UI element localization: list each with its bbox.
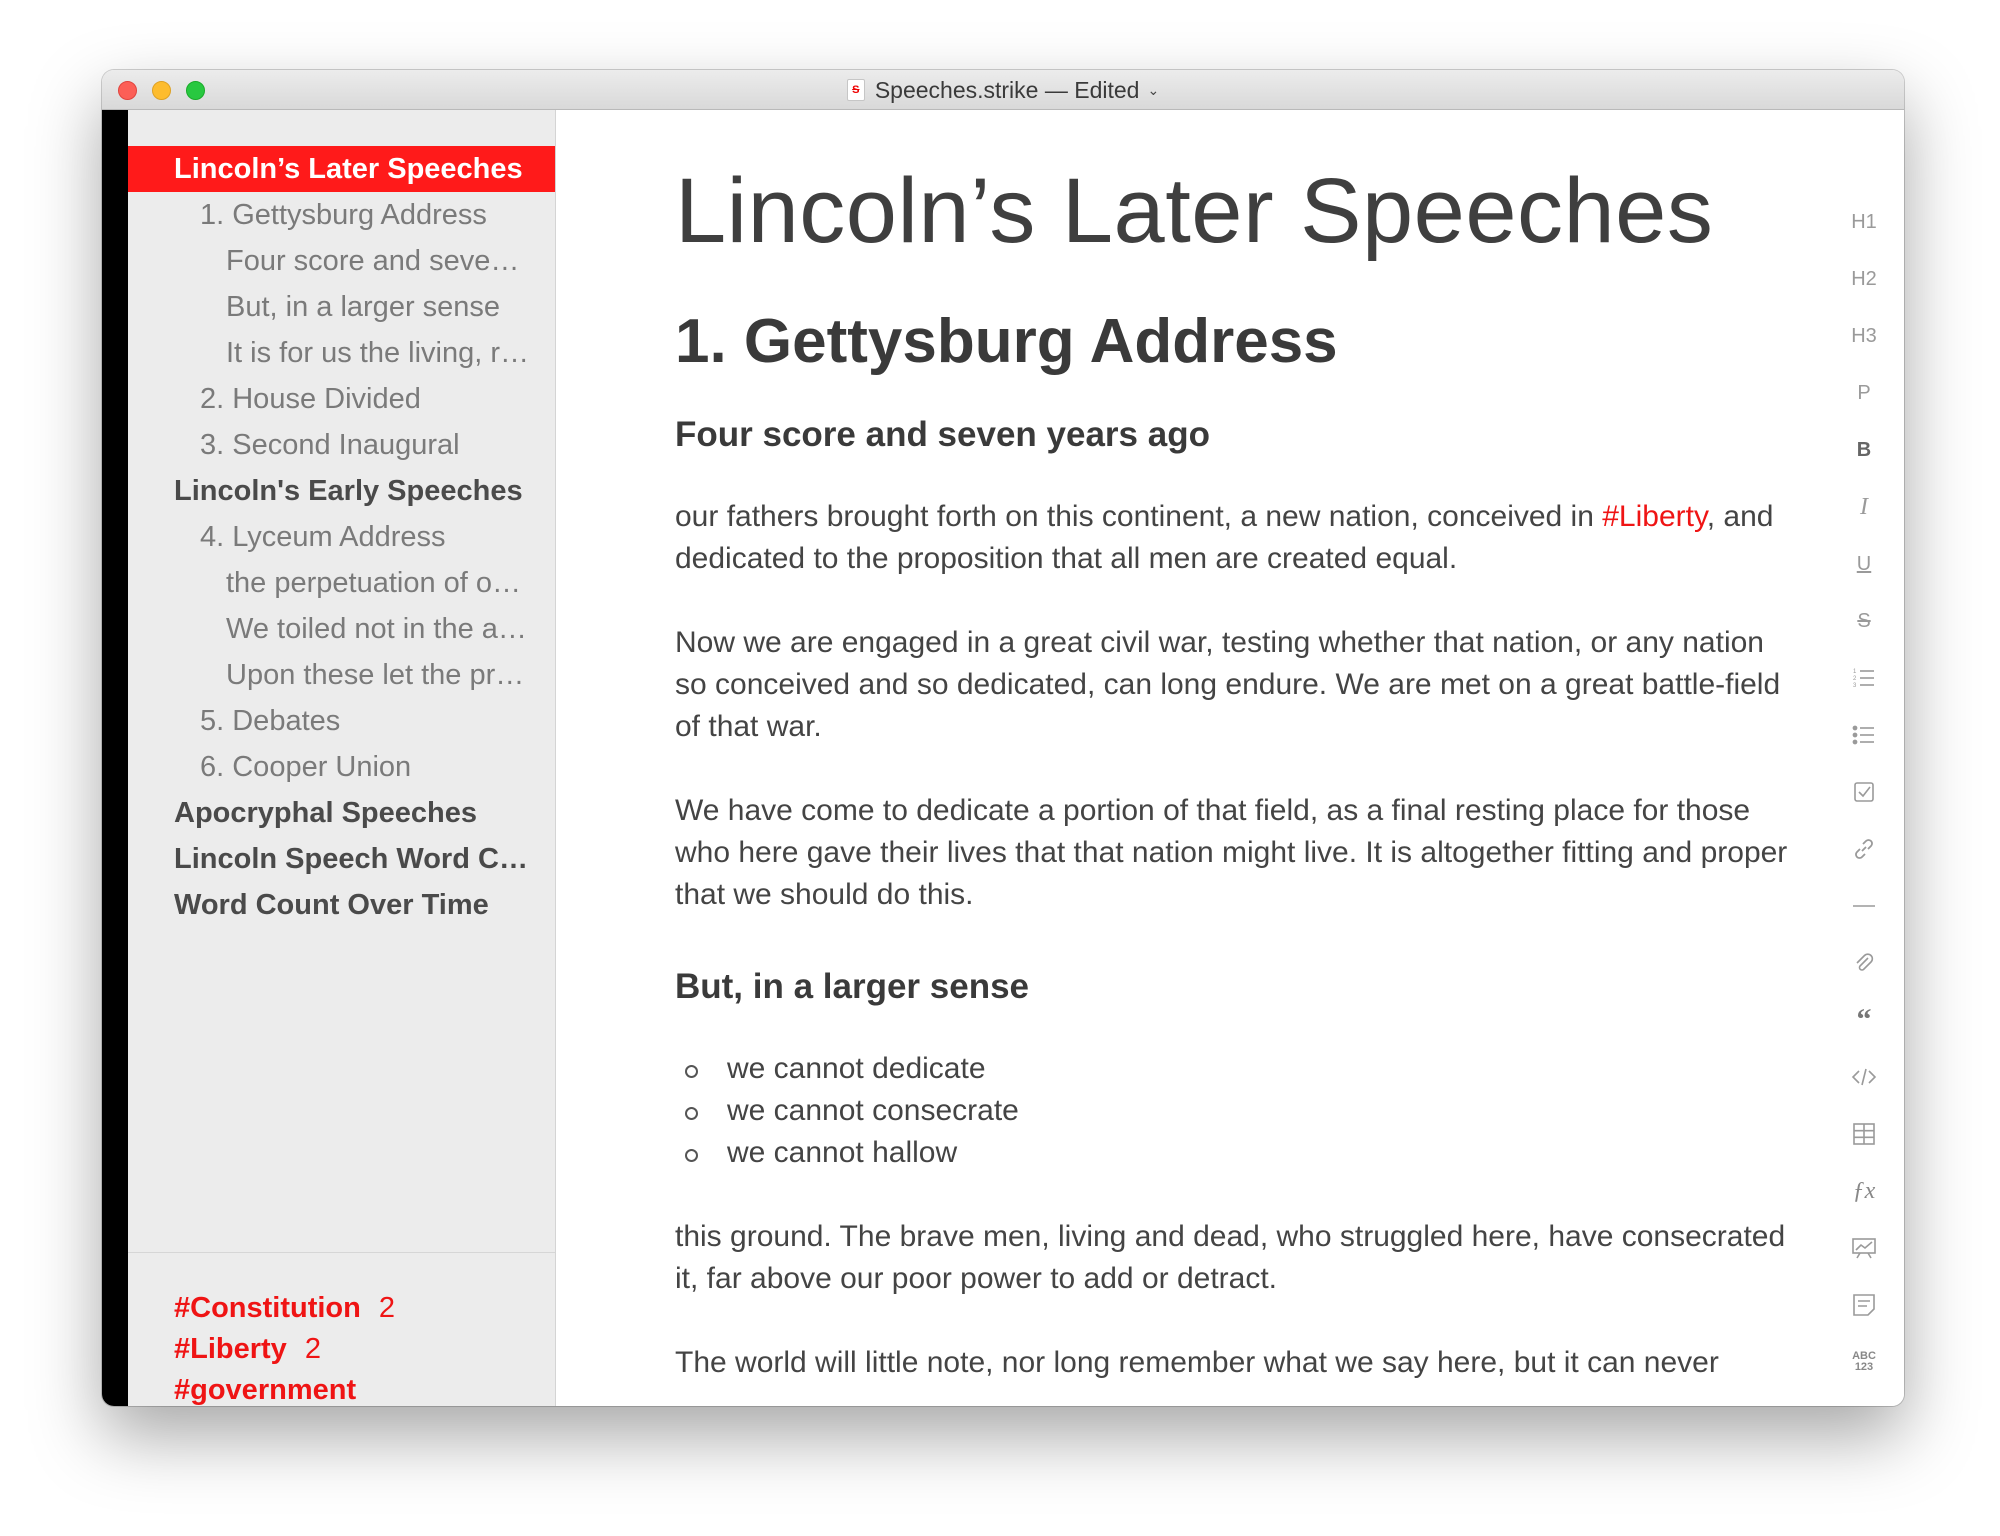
horizontal-rule-icon[interactable] — [1824, 888, 1904, 924]
paragraph-1[interactable]: our fathers brought forth on this contin… — [675, 496, 1795, 580]
toc-item-four-score[interactable]: Four score and seven years ago — [128, 238, 555, 284]
tag-count: 2 — [304, 1333, 321, 1365]
toc-item-gettysburg-address[interactable]: 1. Gettysburg Address — [128, 192, 555, 238]
toc-item-lincolns-early-speeches[interactable]: Lincoln's Early Speeches — [128, 468, 555, 514]
toc-item-speech-word-count[interactable]: Lincoln Speech Word Count — [128, 836, 555, 882]
subheading-four-score[interactable]: Four score and seven years ago — [675, 410, 1795, 460]
subheading-larger-sense[interactable]: But, in a larger sense — [675, 962, 1795, 1012]
table-of-contents: Lincoln’s Later Speeches 1. Gettysburg A… — [128, 146, 555, 928]
toc-item-we-toiled-not[interactable]: We toiled not in the acquirement — [128, 606, 555, 652]
list-item[interactable]: we cannot dedicate — [675, 1048, 1795, 1090]
document-icon: S — [846, 79, 865, 101]
tag-item[interactable]: #Liberty 2 — [174, 1329, 395, 1370]
toc-item-for-us-the-living[interactable]: It is for us the living, rather — [128, 330, 555, 376]
toc-item-perpetuation[interactable]: the perpetuation of our political instit… — [128, 560, 555, 606]
italic-button[interactable]: I — [1824, 489, 1904, 525]
paragraph-4[interactable]: this ground. The brave men, living and d… — [675, 1216, 1795, 1300]
svg-text:3: 3 — [1853, 683, 1857, 689]
chevron-down-icon: ⌄ — [1147, 81, 1160, 98]
link-icon[interactable] — [1824, 831, 1904, 867]
svg-text:2: 2 — [1853, 676, 1857, 682]
toc-item-apocryphal-speeches[interactable]: Apocryphal Speeches — [128, 790, 555, 836]
tags-divider — [128, 1252, 555, 1253]
window-title: Speeches.strike — Edited — [874, 76, 1140, 103]
bold-button[interactable]: B — [1824, 432, 1904, 468]
word-count-123: 123 — [1854, 1361, 1874, 1373]
left-edge-bar — [102, 110, 128, 1406]
inline-tag-liberty[interactable]: #Liberty — [1602, 500, 1707, 533]
document-content[interactable]: Lincoln’s Later Speeches 1. Gettysburg A… — [675, 156, 1795, 1384]
list-item[interactable]: we cannot hallow — [675, 1132, 1795, 1174]
paragraph-3[interactable]: We have come to dedicate a portion of th… — [675, 790, 1795, 916]
toc-item-cooper-union[interactable]: 6. Cooper Union — [128, 744, 555, 790]
word-count-icon[interactable]: ABC 123 — [1824, 1344, 1904, 1380]
quote-icon[interactable]: “ — [1824, 1002, 1904, 1038]
toc-item-second-inaugural[interactable]: 3. Second Inaugural — [128, 422, 555, 468]
strikethrough-button[interactable]: S — [1824, 603, 1904, 639]
formula-icon[interactable]: ƒx — [1824, 1173, 1904, 1209]
app-window: S Speeches.strike — Edited ⌄ Lincoln’s L… — [102, 70, 1904, 1406]
section-heading[interactable]: 1. Gettysburg Address — [675, 302, 1795, 382]
toc-item-lyceum-address[interactable]: 4. Lyceum Address — [128, 514, 555, 560]
tag-name: #Liberty — [174, 1333, 287, 1365]
heading-3-button[interactable]: H3 — [1824, 318, 1904, 354]
tag-name: #government — [174, 1374, 357, 1406]
toc-item-lincolns-later-speeches[interactable]: Lincoln’s Later Speeches — [128, 146, 555, 192]
document-title[interactable]: Lincoln’s Later Speeches — [675, 156, 1795, 266]
heading-1-button[interactable]: H1 — [1824, 204, 1904, 240]
tag-item[interactable]: #Constitution 2 — [174, 1288, 395, 1329]
list-item[interactable]: we cannot consecrate — [675, 1090, 1795, 1132]
table-icon[interactable] — [1824, 1116, 1904, 1152]
checkbox-icon[interactable] — [1824, 774, 1904, 810]
window-title-menu[interactable]: S Speeches.strike — Edited ⌄ — [102, 70, 1904, 110]
heading-2-button[interactable]: H2 — [1824, 261, 1904, 297]
bullet-list[interactable]: we cannot dedicate we cannot consecrate … — [675, 1048, 1795, 1174]
format-toolbar: H1 H2 H3 P B I U S 123 “ ƒx ABC 123 — [1824, 110, 1904, 1406]
sidebar: Lincoln’s Later Speeches 1. Gettysburg A… — [128, 110, 556, 1406]
bullet-list-icon[interactable] — [1824, 717, 1904, 753]
paragraph-5[interactable]: The world will little note, nor long rem… — [675, 1342, 1795, 1384]
title-bar: S Speeches.strike — Edited ⌄ — [102, 70, 1904, 110]
toc-item-word-count-over-time[interactable]: Word Count Over Time — [128, 882, 555, 928]
attachment-icon[interactable] — [1824, 945, 1904, 981]
toc-item-house-divided[interactable]: 2. House Divided — [128, 376, 555, 422]
numbered-list-icon[interactable]: 123 — [1824, 660, 1904, 696]
toc-item-larger-sense[interactable]: But, in a larger sense — [128, 284, 555, 330]
paragraph-1-text-start: our fathers brought forth on this contin… — [675, 500, 1603, 533]
tag-count: 2 — [378, 1292, 395, 1324]
paragraph-button[interactable]: P — [1824, 375, 1904, 411]
tag-item[interactable]: #government — [174, 1370, 395, 1406]
chart-icon[interactable] — [1824, 1230, 1904, 1266]
tag-list: #Constitution 2 #Liberty 2 #government — [174, 1288, 395, 1406]
paragraph-2[interactable]: Now we are engaged in a great civil war,… — [675, 622, 1795, 748]
note-icon[interactable] — [1824, 1287, 1904, 1323]
toc-item-debates[interactable]: 5. Debates — [128, 698, 555, 744]
document-editor[interactable]: Lincoln’s Later Speeches 1. Gettysburg A… — [557, 110, 1824, 1406]
toc-item-upon-these[interactable]: Upon these let the proud fabric — [128, 652, 555, 698]
svg-text:1: 1 — [1853, 669, 1857, 675]
underline-button[interactable]: U — [1824, 546, 1904, 582]
code-icon[interactable] — [1824, 1059, 1904, 1095]
tag-name: #Constitution — [174, 1292, 361, 1324]
